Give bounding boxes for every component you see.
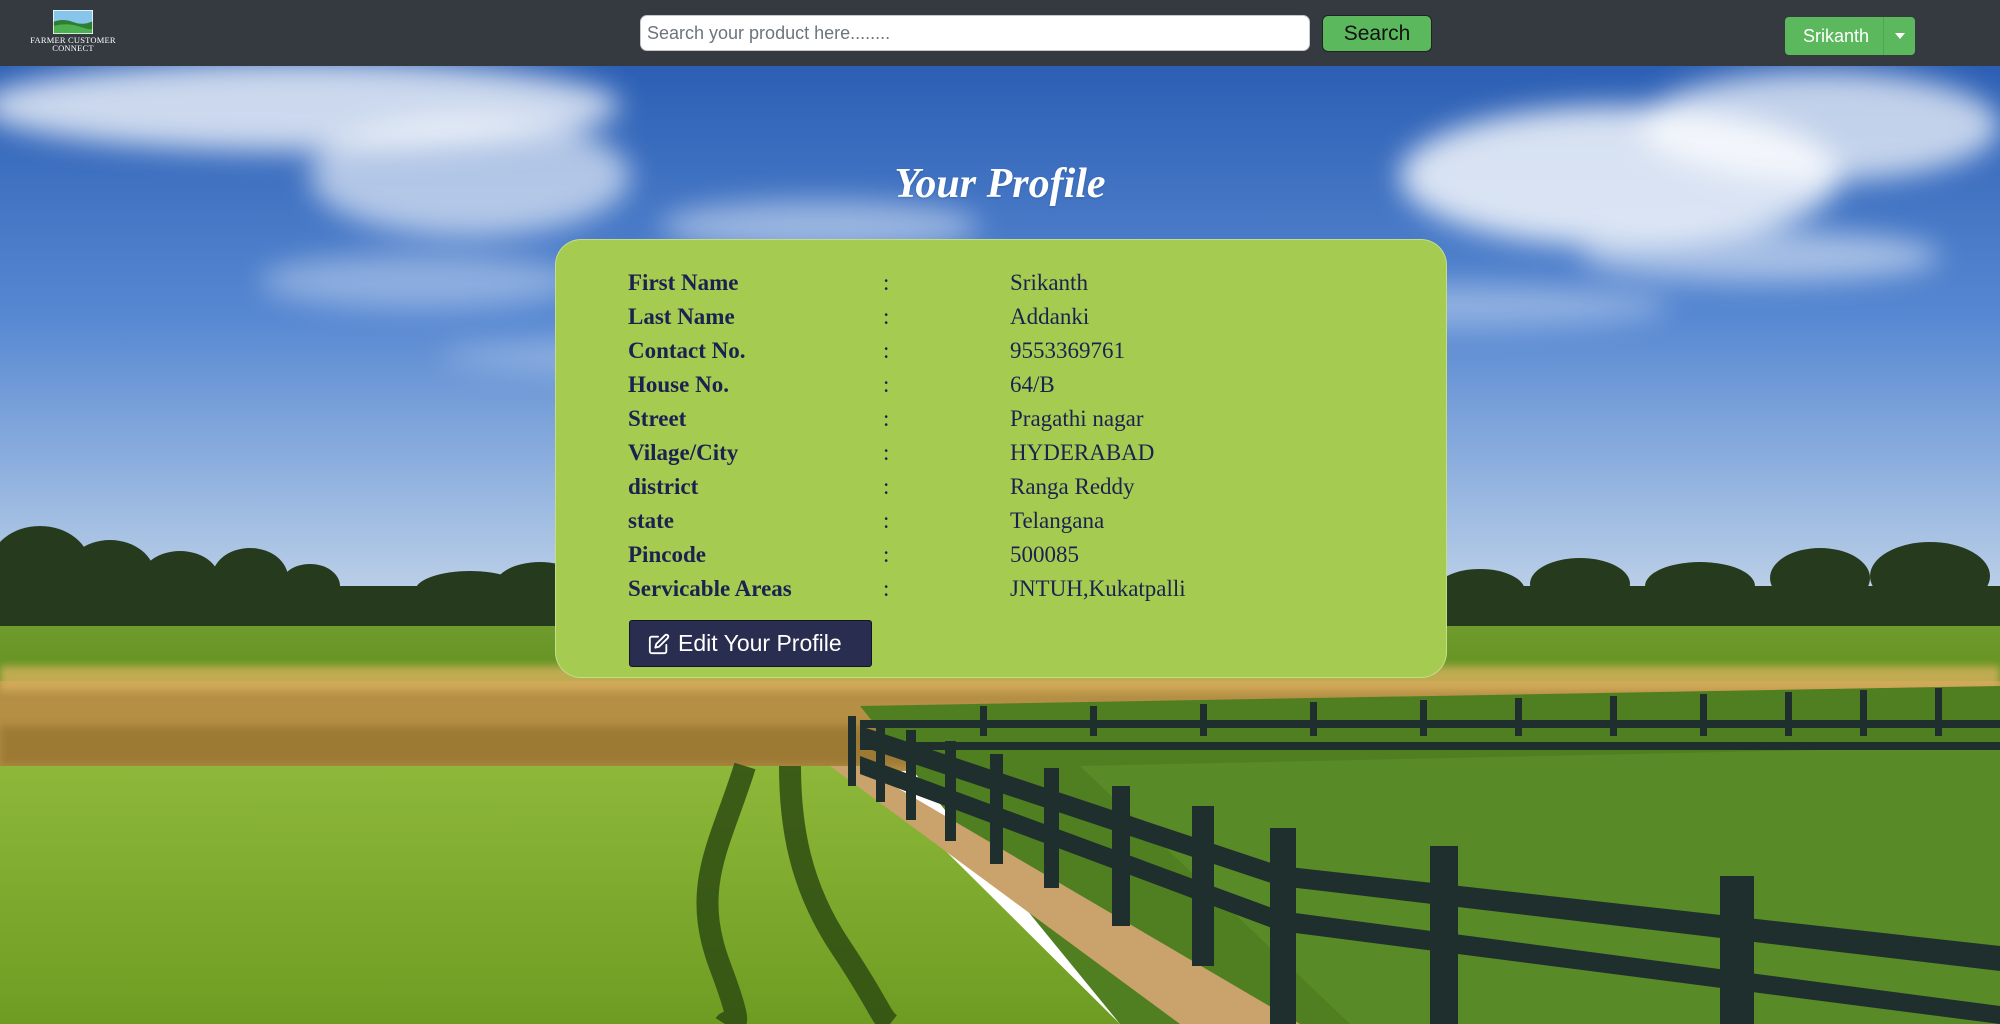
user-dropdown-toggle[interactable] bbox=[1883, 17, 1915, 55]
field-separator: : bbox=[883, 576, 890, 601]
field-separator: : bbox=[883, 440, 890, 465]
field-separator: : bbox=[883, 338, 890, 363]
profile-row-contact-no: Contact No. : 9553369761 bbox=[628, 334, 1388, 368]
field-separator: : bbox=[883, 542, 890, 567]
profile-row-last-name: Last Name : Addanki bbox=[628, 300, 1388, 334]
field-label: Servicable Areas bbox=[628, 576, 792, 601]
user-menu: Srikanth bbox=[1785, 17, 1915, 55]
field-separator: : bbox=[883, 406, 890, 431]
profile-row-state: state : Telangana bbox=[628, 504, 1388, 538]
field-separator: : bbox=[883, 270, 890, 295]
field-label: Street bbox=[628, 406, 687, 431]
field-label: Vilage/City bbox=[628, 440, 739, 465]
profile-row-village-city: Vilage/City : HYDERABAD bbox=[628, 436, 1388, 470]
field-label: state bbox=[628, 508, 674, 533]
farm-landscape-icon bbox=[53, 10, 93, 34]
profile-row-pincode: Pincode : 500085 bbox=[628, 538, 1388, 572]
field-value: Ranga Reddy bbox=[1010, 474, 1135, 499]
field-label: Pincode bbox=[628, 542, 706, 567]
field-value: Telangana bbox=[1010, 508, 1105, 533]
profile-row-first-name: First Name : Srikanth bbox=[628, 266, 1388, 300]
field-value: HYDERABAD bbox=[1010, 440, 1155, 465]
field-value: 64/B bbox=[1010, 372, 1055, 397]
caret-down-icon bbox=[1894, 33, 1905, 39]
field-separator: : bbox=[883, 372, 890, 397]
field-label: Contact No. bbox=[628, 338, 746, 363]
profile-row-house-no: House No. : 64/B bbox=[628, 368, 1388, 402]
field-separator: : bbox=[883, 508, 890, 533]
profile-card: First Name : Srikanth Last Name : Addank… bbox=[555, 239, 1447, 678]
profile-row-district: district : Ranga Reddy bbox=[628, 470, 1388, 504]
field-value: Srikanth bbox=[1010, 270, 1088, 295]
profile-row-street: Street : Pragathi nagar bbox=[628, 402, 1388, 436]
edit-icon bbox=[648, 633, 670, 655]
field-separator: : bbox=[883, 304, 890, 329]
field-value: 9553369761 bbox=[1010, 338, 1125, 363]
edit-profile-button[interactable]: Edit Your Profile bbox=[629, 620, 872, 667]
page-title: Your Profile bbox=[894, 161, 1106, 207]
field-label: House No. bbox=[628, 372, 729, 397]
field-value: 500085 bbox=[1010, 542, 1079, 567]
logo-text: FARMER CUSTOMER CONNECT bbox=[30, 35, 116, 53]
field-label: First Name bbox=[628, 270, 739, 295]
field-value: JNTUH,Kukatpalli bbox=[1010, 576, 1186, 601]
search-button[interactable]: Search bbox=[1322, 15, 1432, 52]
field-label: Last Name bbox=[628, 304, 735, 329]
field-label: district bbox=[628, 474, 699, 499]
field-separator: : bbox=[883, 474, 890, 499]
field-value: Addanki bbox=[1010, 304, 1090, 329]
user-name-button[interactable]: Srikanth bbox=[1785, 17, 1883, 55]
edit-profile-label: Edit Your Profile bbox=[678, 630, 842, 656]
navbar: FARMER CUSTOMER CONNECT Search Srikanth bbox=[0, 0, 2000, 66]
profile-row-servicable-areas: Servicable Areas : JNTUH,Kukatpalli bbox=[628, 572, 1388, 606]
brand-logo[interactable]: FARMER CUSTOMER CONNECT bbox=[30, 10, 116, 56]
field-value: Pragathi nagar bbox=[1010, 406, 1144, 431]
search-input[interactable] bbox=[640, 15, 1310, 51]
